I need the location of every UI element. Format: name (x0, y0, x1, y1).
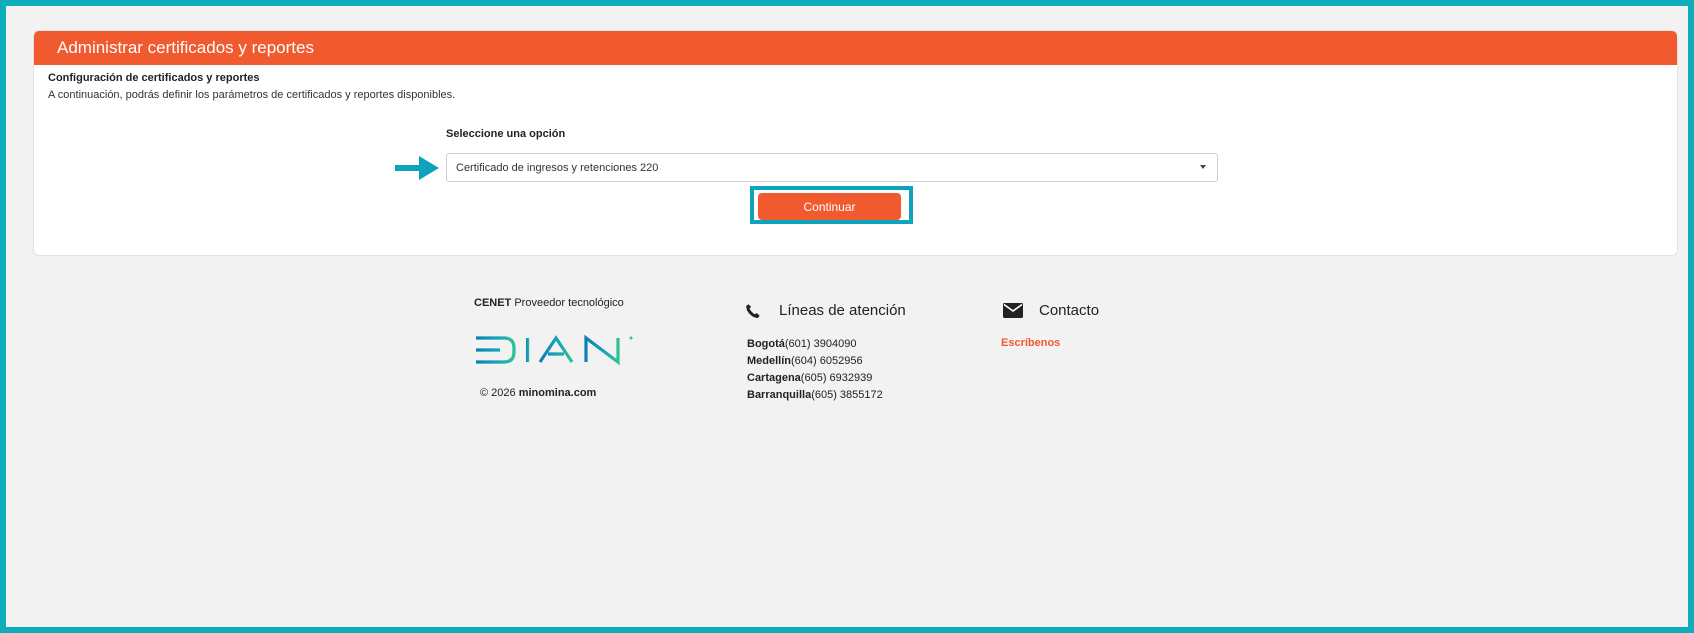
provider-name: CENET (474, 297, 512, 309)
phone-icon (746, 303, 760, 318)
section-description: A continuación, podrás definir los parám… (48, 89, 456, 101)
provider-line: CENET Proveedor tecnológico (474, 297, 624, 309)
select-label: Seleccione una opción (446, 128, 566, 140)
copyright-prefix: © 2026 (480, 387, 519, 399)
continue-button-highlight: Continuar (750, 186, 913, 224)
continue-button[interactable]: Continuar (758, 193, 901, 220)
contact-heading: Contacto (1003, 302, 1099, 319)
support-lines-title: Líneas de atención (779, 302, 906, 319)
card-title: Administrar certificados y reportes (57, 38, 314, 57)
contact-link[interactable]: Escríbenos (1001, 337, 1060, 349)
support-lines-heading: Líneas de atención (745, 302, 906, 319)
copyright-site: minomina.com (518, 387, 597, 399)
phone-item: Medellín(604) 6052956 (747, 353, 883, 370)
phone-city: Cartagena (747, 372, 801, 384)
dian-logo (474, 334, 636, 371)
contact-title: Contacto (1039, 302, 1100, 319)
phone-city: Bogotá (747, 338, 785, 350)
phone-city: Medellín (747, 355, 792, 367)
phone-city: Barranquilla (747, 389, 812, 401)
section-title: Configuración de certificados y reportes (48, 72, 260, 84)
phone-item: Barranquilla(605) 3855172 (747, 387, 883, 404)
dian-logo-graphic (476, 334, 633, 366)
envelope-icon (1003, 303, 1023, 318)
caret-down-icon (1200, 165, 1206, 169)
arrow-right-icon (395, 156, 439, 180)
certificate-select-value: Certificado de ingresos y retenciones 22… (456, 161, 659, 174)
copyright: © 2026 minomina.com (480, 387, 596, 399)
phone-item: Cartagena(605) 6932939 (747, 370, 883, 387)
card-header: Administrar certificados y reportes (34, 31, 1677, 65)
phone-number: (604) 6052956 (791, 355, 863, 367)
phone-item: Bogotá(601) 3904090 (747, 336, 883, 353)
phone-list: Bogotá(601) 3904090 Medellín(604) 605295… (747, 336, 883, 404)
phone-number: (601) 3904090 (784, 338, 857, 350)
certificate-select[interactable]: Certificado de ingresos y retenciones 22… (446, 153, 1218, 182)
phone-number: (605) 3855172 (811, 389, 883, 401)
screenshot-frame: Administrar certificados y reportes Conf… (0, 0, 1694, 633)
provider-text: Proveedor tecnológico (511, 297, 624, 309)
phone-number: (605) 6932939 (800, 372, 873, 384)
